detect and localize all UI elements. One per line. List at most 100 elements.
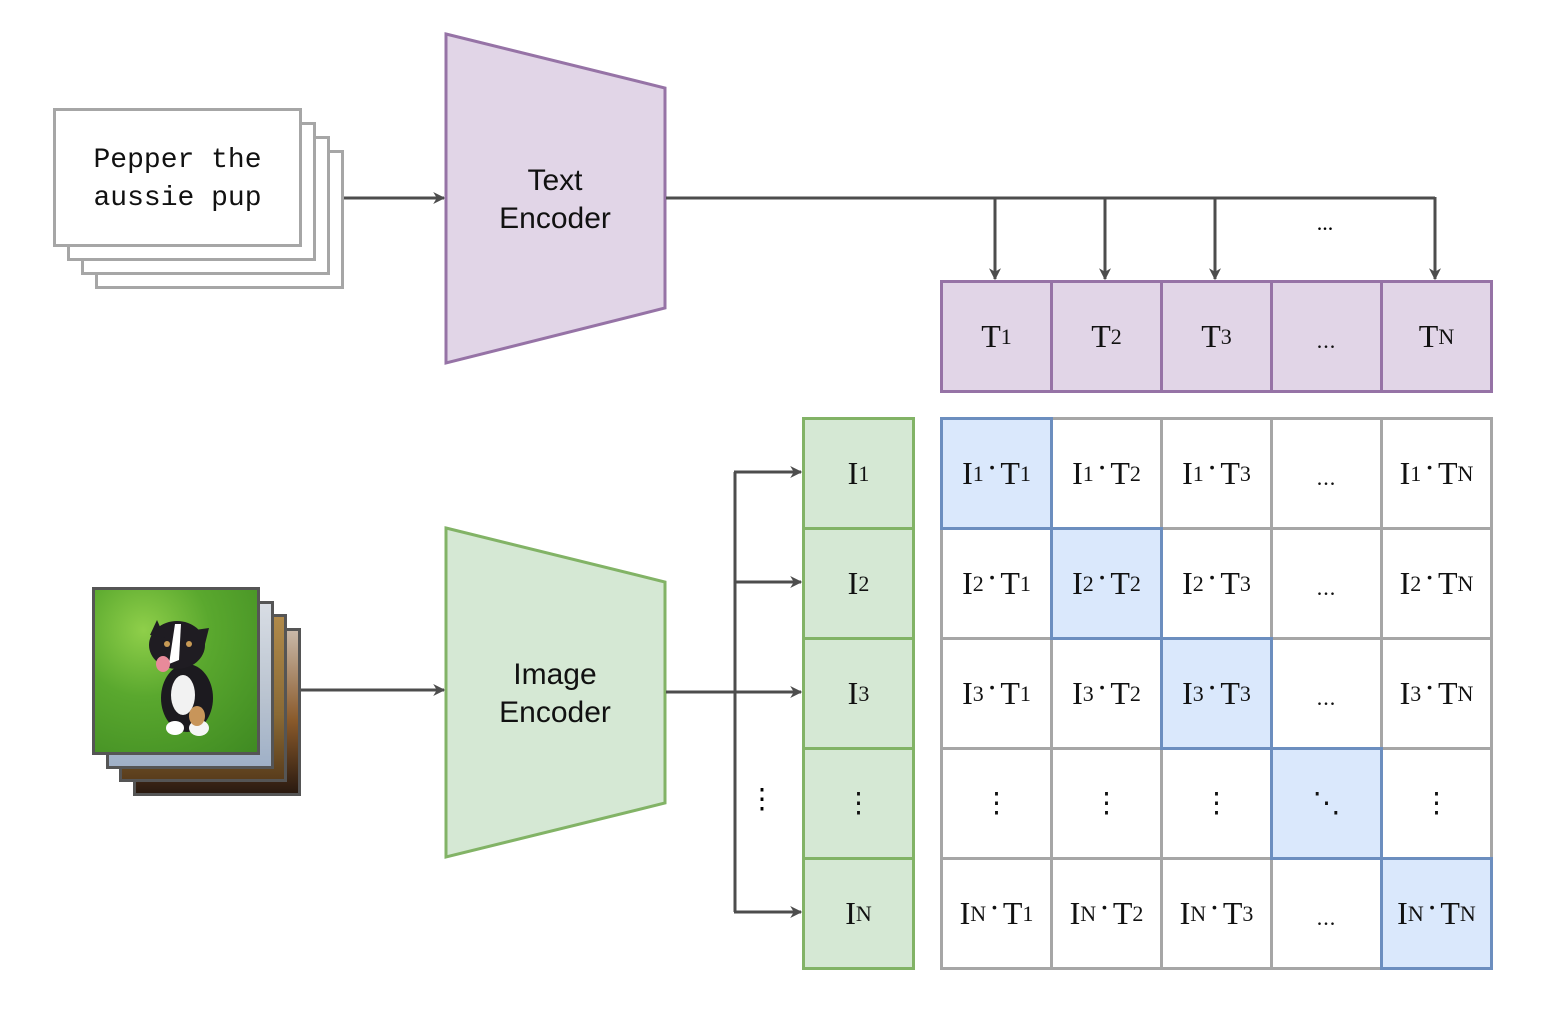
clip-diagram: Pepper the aussie pup Text Encoder Image… xyxy=(0,0,1542,1026)
text-embedding-base: T xyxy=(1418,318,1439,354)
matrix-text-term-base: T xyxy=(1220,565,1240,601)
matrix-image-term-base: I xyxy=(1182,675,1193,711)
dot-product-symbol: · xyxy=(1424,559,1435,595)
matrix-cell: ... xyxy=(1270,637,1383,750)
matrix-image-term-base: I xyxy=(1072,565,1083,601)
matrix-image-term-base: I xyxy=(962,565,973,601)
vertical-ellipsis: ⋮ xyxy=(1202,787,1231,819)
matrix-cell: I 1 · T 3 xyxy=(1160,417,1273,530)
matrix-cell: ... xyxy=(1270,857,1383,970)
matrix-cell-diagonal: I N · T N xyxy=(1380,857,1493,970)
matrix-cell: I 3 · T 1 xyxy=(940,637,1053,750)
dot-product-symbol: · xyxy=(1096,669,1108,705)
image-embedding-base: I xyxy=(845,895,856,931)
image-embedding-base: I xyxy=(847,565,859,601)
image-encoder-line-2: Encoder xyxy=(499,696,611,729)
horizontal-ellipsis: ... xyxy=(1316,574,1337,600)
matrix-cell: I N · T 3 xyxy=(1160,857,1273,970)
dot-product-symbol: · xyxy=(1206,669,1218,705)
matrix-cell: I N · T 1 xyxy=(940,857,1053,970)
matrix-text-term-base: T xyxy=(1110,565,1130,601)
matrix-cell: I 1 · T 2 xyxy=(1050,417,1163,530)
image-bus-ellipsis: ⋮ xyxy=(748,784,776,815)
dot-product-symbol: · xyxy=(1206,559,1218,595)
matrix-cell-diagonal: ⋱ xyxy=(1270,747,1383,860)
matrix-image-term-base: I xyxy=(1179,895,1191,931)
matrix-image-term-base: I xyxy=(1072,675,1083,711)
image-embedding-cell: ⋮ xyxy=(802,747,915,860)
matrix-image-term-base: I xyxy=(959,895,971,931)
text-embedding-cell: T3 xyxy=(1160,280,1273,393)
dot-product-symbol: · xyxy=(1209,889,1220,925)
text-embedding-base: T xyxy=(981,318,1001,354)
image-embedding-cell: I1 xyxy=(802,417,915,530)
text-embedding-cell: T1 xyxy=(940,280,1053,393)
horizontal-ellipsis: ... xyxy=(1316,464,1337,490)
matrix-cell: ⋮ xyxy=(940,747,1053,860)
dot-product-symbol: · xyxy=(1096,449,1108,485)
puppy-icon xyxy=(149,620,213,736)
image-embedding-base: I xyxy=(847,455,859,491)
image-encoder-line-1: Image xyxy=(513,658,597,691)
matrix-image-term-base: I xyxy=(962,455,973,491)
matrix-cell: I 3 · T 2 xyxy=(1050,637,1163,750)
matrix-image-term-base: I xyxy=(1069,895,1081,931)
image-embedding-cell: I3 xyxy=(802,637,915,750)
dot-product-symbol: · xyxy=(1206,449,1218,485)
matrix-text-term-base: T xyxy=(1112,895,1133,931)
vertical-ellipsis: ⋮ xyxy=(1422,787,1451,819)
matrix-text-term-base: T xyxy=(1110,455,1130,491)
matrix-cell-diagonal: I 3 · T 3 xyxy=(1160,637,1273,750)
diagonal-ellipsis: ⋱ xyxy=(1312,787,1341,819)
text-bus-ellipsis: ... xyxy=(1316,210,1334,235)
dot-product-symbol: · xyxy=(1426,889,1438,925)
matrix-cell: ... xyxy=(1270,527,1383,640)
matrix-text-term-base: T xyxy=(1002,895,1023,931)
dot-product-symbol: · xyxy=(1424,669,1435,705)
matrix-cell: ⋮ xyxy=(1380,747,1493,860)
matrix-image-term-base: I xyxy=(1072,455,1083,491)
dot-product-symbol: · xyxy=(1099,889,1110,925)
matrix-cell: I N · T 2 xyxy=(1050,857,1163,970)
matrix-image-term-base: I xyxy=(1399,455,1411,491)
text-embedding-cell: T2 xyxy=(1050,280,1163,393)
matrix-cell: I 1 · T N xyxy=(1380,417,1493,530)
matrix-text-term-base: T xyxy=(1437,565,1458,601)
dot-product-symbol: · xyxy=(986,559,998,595)
text-embedding-base: T xyxy=(1201,318,1221,354)
matrix-cell: I 3 · T N xyxy=(1380,637,1493,750)
vertical-ellipsis: ⋮ xyxy=(1092,787,1121,819)
dot-product-symbol: · xyxy=(1424,449,1435,485)
matrix-text-term-base: T xyxy=(1437,675,1458,711)
matrix-cell: I 2 · T 3 xyxy=(1160,527,1273,640)
matrix-cell-diagonal: I 1 · T 1 xyxy=(940,417,1053,530)
caption-text: Pepper the aussie pup xyxy=(55,142,300,218)
matrix-text-term-base: T xyxy=(1437,455,1458,491)
matrix-cell: ⋮ xyxy=(1160,747,1273,860)
text-encoder-label: Text Encoder xyxy=(445,162,665,238)
matrix-image-term-base: I xyxy=(1399,675,1411,711)
text-encoder-line-1: Text xyxy=(527,164,583,197)
ellipsis: ⋮ xyxy=(844,787,873,819)
dot-product-symbol: · xyxy=(986,449,998,485)
matrix-cell: ⋮ xyxy=(1050,747,1163,860)
matrix-image-term-base: I xyxy=(1182,455,1193,491)
image-encoder-label: Image Encoder xyxy=(445,656,665,732)
matrix-cell: ... xyxy=(1270,417,1383,530)
dot-product-symbol: · xyxy=(1096,559,1108,595)
matrix-cell-diagonal: I 2 · T 2 xyxy=(1050,527,1163,640)
dot-product-symbol: · xyxy=(986,669,998,705)
matrix-text-term-base: T xyxy=(1222,895,1243,931)
horizontal-ellipsis: ... xyxy=(1316,904,1337,930)
matrix-text-term-base: T xyxy=(1110,675,1130,711)
text-embedding-cell: ... xyxy=(1270,280,1383,393)
matrix-cell: I 2 · T 1 xyxy=(940,527,1053,640)
ellipsis: ... xyxy=(1316,327,1337,353)
caption-line-2: aussie pup xyxy=(93,183,262,214)
dot-product-symbol: · xyxy=(989,889,1000,925)
matrix-text-term-base: T xyxy=(1000,565,1020,601)
image-embedding-cell: I2 xyxy=(802,527,915,640)
matrix-image-term-base: I xyxy=(962,675,973,711)
text-encoder-line-2: Encoder xyxy=(499,202,611,235)
matrix-text-term-base: T xyxy=(1000,675,1020,711)
